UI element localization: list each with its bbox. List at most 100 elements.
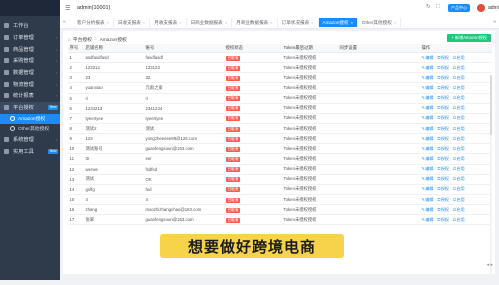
enable-link[interactable]: ⏻启用	[453, 75, 465, 80]
sidebar-item-orders[interactable]: 订单管理 ›	[0, 32, 60, 44]
authorize-link[interactable]: ⚿授权	[437, 186, 449, 191]
authorize-link[interactable]: ⚿授权	[437, 146, 449, 151]
enable-link[interactable]: ⏻启用	[453, 156, 465, 161]
edit-link[interactable]: ✎编辑	[422, 95, 434, 100]
enable-link[interactable]: ⏻启用	[453, 207, 465, 212]
enable-link[interactable]: ⏻启用	[453, 186, 465, 191]
scrollbar[interactable]	[490, 75, 492, 285]
authorize-link[interactable]: ⚿授权	[437, 217, 449, 222]
breadcrumb-root[interactable]: 平台授权	[73, 36, 92, 43]
edit-link[interactable]: ✎编辑	[422, 146, 434, 151]
authorize-link[interactable]: ⚿授权	[437, 166, 449, 171]
enable-link[interactable]: ⏻启用	[453, 166, 465, 171]
authorize-link[interactable]: ⚿授权	[437, 75, 449, 80]
edit-link[interactable]: ✎编辑	[422, 115, 434, 120]
edit-link[interactable]: ✎编辑	[422, 166, 434, 171]
enable-link[interactable]: ⏻启用	[453, 176, 465, 181]
authorize-link[interactable]: ⚿授权	[437, 85, 449, 90]
enable-link[interactable]: ⏻启用	[453, 197, 465, 202]
product-center-button[interactable]: 产品中心	[448, 4, 470, 12]
tab-monthly-business[interactable]: 月商业数据报表 ×	[232, 18, 278, 27]
edit-link[interactable]: ✎编辑	[422, 186, 434, 191]
edit-link[interactable]: ✎编辑	[422, 217, 434, 222]
tab-monthly-finance[interactable]: 月收支报表 ×	[150, 18, 187, 27]
enable-link[interactable]: ⏻启用	[453, 105, 465, 110]
tab-daily-business[interactable]: 日商业数据报表 ×	[187, 18, 233, 27]
tab-customer-analysis[interactable]: 客户分析报表 ×	[73, 18, 114, 27]
sidebar-item-dashboard[interactable]: 工作台	[0, 20, 60, 32]
close-icon[interactable]: ×	[311, 20, 313, 25]
tab-daily-finance[interactable]: 日收支报表 ×	[114, 18, 151, 27]
avatar[interactable]	[477, 4, 485, 12]
authorize-link[interactable]: ⚿授权	[437, 105, 449, 110]
edit-link[interactable]: ✎编辑	[422, 55, 434, 60]
sidebar-subitem-other-auth[interactable]: Other其他授权	[0, 124, 60, 134]
status-badge: 已取消	[225, 126, 241, 132]
scrollbar-thumb[interactable]	[490, 75, 492, 135]
scroll-arrows-icon[interactable]: ◂ ▸	[487, 262, 493, 268]
link-label: 启用	[456, 105, 465, 111]
sidebar-item-reports[interactable]: 统计报表 ›	[0, 90, 60, 102]
sidebar-item-products[interactable]: 商品管理 ›	[0, 43, 60, 55]
add-amazon-auth-button[interactable]: + 新增Amazon授权	[447, 34, 491, 42]
refresh-icon[interactable]: ↻	[426, 4, 431, 10]
close-icon[interactable]: ×	[225, 20, 227, 25]
edit-link[interactable]: ✎编辑	[422, 176, 434, 181]
sidebar-item-data[interactable]: 数据管理 ›	[0, 67, 60, 79]
authorize-link[interactable]: ⚿授权	[437, 126, 449, 131]
edit-link[interactable]: ✎编辑	[422, 75, 434, 80]
tabs-scroll-left-icon[interactable]: «	[63, 19, 66, 25]
sidebar-item-platform-auth[interactable]: 平台授权 New	[0, 101, 60, 114]
fullscreen-icon[interactable]: ⛶	[436, 4, 440, 11]
tab-order-status[interactable]: 订单状况报表 ×	[278, 18, 319, 27]
edit-link[interactable]: ✎编辑	[422, 207, 434, 212]
sidebar-item-logistics[interactable]: 物流管理 ›	[0, 78, 60, 90]
edit-link[interactable]: ✎编辑	[422, 197, 434, 202]
edit-link[interactable]: ✎编辑	[422, 126, 434, 131]
username[interactable]: admin	[488, 5, 499, 11]
edit-link[interactable]: ✎编辑	[422, 136, 434, 141]
enable-link[interactable]: ⏻启用	[453, 95, 465, 100]
close-icon[interactable]: ×	[107, 20, 109, 25]
close-icon[interactable]: ×	[394, 20, 396, 25]
close-icon[interactable]: ×	[351, 20, 353, 25]
sidebar-item-tools[interactable]: 实用工具 New	[0, 145, 60, 157]
close-icon[interactable]: ×	[270, 20, 272, 25]
sidebar-item-system[interactable]: 系统管理 ›	[0, 134, 60, 146]
enable-link[interactable]: ⏻启用	[453, 65, 465, 70]
menu-toggle-icon[interactable]: ☰	[65, 5, 70, 12]
authorize-link[interactable]: ⚿授权	[437, 207, 449, 212]
tab-bar: « 客户分析报表 × 日收支报表 × 月收支报表 × 日商业数据报表 × 月商业数据报表…	[60, 17, 499, 29]
purchase-icon	[4, 58, 9, 64]
close-icon[interactable]: ×	[179, 20, 181, 25]
authorize-link[interactable]: ⚿授权	[437, 197, 449, 202]
circle-icon	[10, 126, 15, 131]
enable-link[interactable]: ⏻启用	[453, 217, 465, 222]
close-icon[interactable]: ×	[143, 20, 145, 25]
tab-other-auth[interactable]: Other其他授权 ×	[358, 18, 402, 27]
chevron-right-icon: ›	[55, 136, 57, 142]
authorize-link[interactable]: ⚿授权	[437, 95, 449, 100]
table-cell	[338, 123, 420, 135]
sidebar-item-purchase[interactable]: 采购管理 ›	[0, 55, 60, 67]
enable-link[interactable]: ⏻启用	[453, 115, 465, 120]
authorize-link[interactable]: ⚿授权	[437, 136, 449, 141]
table-cell: 已取消	[224, 153, 282, 165]
enable-link[interactable]: ⏻启用	[453, 136, 465, 141]
edit-link[interactable]: ✎编辑	[422, 105, 434, 110]
sidebar-subitem-amazon-auth[interactable]: Amazon授权	[0, 113, 60, 124]
authorize-link[interactable]: ⚿授权	[437, 55, 449, 60]
edit-link[interactable]: ✎编辑	[422, 65, 434, 70]
authorize-link[interactable]: ⚿授权	[437, 176, 449, 181]
tab-amazon-auth[interactable]: Amazon授权 ×	[318, 18, 358, 27]
enable-link[interactable]: ⏻启用	[453, 146, 465, 151]
edit-link[interactable]: ✎编辑	[422, 156, 434, 161]
enable-link[interactable]: ⏻启用	[453, 55, 465, 60]
authorize-link[interactable]: ⚿授权	[437, 65, 449, 70]
tabs-scroll-right-icon[interactable]: »	[493, 19, 496, 25]
edit-link[interactable]: ✎编辑	[422, 85, 434, 90]
enable-link[interactable]: ⏻启用	[453, 126, 465, 131]
authorize-link[interactable]: ⚿授权	[437, 115, 449, 120]
enable-link[interactable]: ⏻启用	[453, 85, 465, 90]
authorize-link[interactable]: ⚿授权	[437, 156, 449, 161]
